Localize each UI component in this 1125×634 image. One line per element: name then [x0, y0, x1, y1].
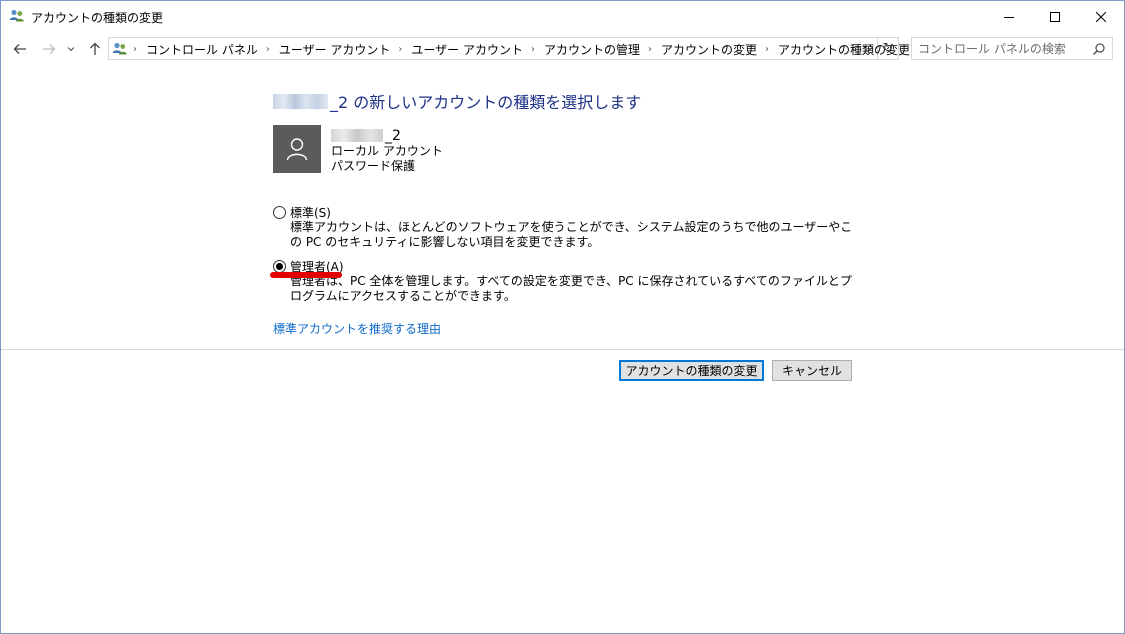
breadcrumb-item-user-accounts-2[interactable]: ユーザー アカウント: [411, 41, 523, 58]
annotation-underline: [270, 272, 342, 278]
breadcrumb-item-user-accounts[interactable]: ユーザー アカウント: [279, 41, 391, 58]
minimize-icon: [1004, 16, 1014, 18]
users-app-icon: [9, 8, 25, 24]
account-type-text: ローカル アカウント: [331, 144, 443, 158]
refresh-icon: ↻: [882, 41, 894, 56]
maximize-icon: [1050, 11, 1060, 22]
chevron-right-icon[interactable]: ›: [398, 44, 402, 55]
chevron-right-icon: ›: [133, 44, 137, 55]
radio-standard-label[interactable]: 標準(S): [290, 204, 331, 221]
avatar: [273, 125, 321, 173]
chevron-right-icon[interactable]: ›: [765, 44, 769, 55]
recent-locations-button[interactable]: [64, 39, 78, 59]
standard-description: 標準アカウントは、ほとんどのソフトウェアを使うことができ、システム設定のうちで他…: [290, 220, 853, 249]
change-account-type-button[interactable]: アカウントの種類の変更: [619, 360, 764, 381]
radio-administrator-row[interactable]: 管理者(A): [273, 259, 853, 274]
divider: [1, 349, 1124, 350]
user-name: _2: [331, 127, 443, 144]
radio-standard-row[interactable]: 標準(S): [273, 205, 853, 220]
page-heading: _2 の新しいアカウントの種類を選択します: [273, 89, 641, 113]
breadcrumb-item-control-panel[interactable]: コントロール パネル: [146, 41, 258, 58]
redacted-username: [331, 129, 383, 142]
users-location-icon: [112, 41, 128, 57]
forward-button[interactable]: [39, 39, 59, 59]
administrator-description: 管理者は、PC 全体を管理します。すべての設定を変更でき、PC に保存されている…: [290, 274, 852, 303]
chevron-down-icon: [67, 47, 75, 52]
page-heading-text: _2 の新しいアカウントの種類を選択します: [330, 93, 642, 112]
password-status-text: パスワード保護: [331, 159, 416, 173]
breadcrumb-item-manage-accounts[interactable]: アカウントの管理: [544, 41, 640, 58]
radio-standard[interactable]: [273, 206, 286, 219]
chevron-right-icon[interactable]: ›: [648, 44, 652, 55]
window-title: アカウントの種類の変更: [31, 11, 164, 25]
close-button[interactable]: [1078, 1, 1124, 32]
app-window: アカウントの種類の変更 › コントロール パネル › ユーザー アカウント › …: [0, 0, 1125, 634]
search-icon[interactable]: [1092, 42, 1106, 56]
close-icon: [1096, 11, 1106, 22]
address-history-button[interactable]: [861, 41, 875, 57]
chevron-right-icon[interactable]: ›: [531, 44, 535, 55]
why-standard-link[interactable]: 標準アカウントを推奨する理由: [273, 320, 441, 337]
minimize-button[interactable]: [986, 1, 1032, 32]
option-standard: 標準(S) 標準アカウントは、ほとんどのソフトウェアを使うことができ、システム設…: [273, 205, 853, 250]
address-bar[interactable]: › コントロール パネル › ユーザー アカウント › ユーザー アカウント ›…: [108, 37, 910, 60]
back-button[interactable]: [10, 39, 30, 59]
user-info: _2 ローカル アカウント パスワード保護: [331, 127, 443, 174]
option-administrator: 管理者(A) 管理者は、PC 全体を管理します。すべての設定を変更でき、PC に…: [273, 259, 853, 304]
redacted-username: [273, 93, 328, 109]
search-input[interactable]: [918, 41, 1088, 57]
breadcrumb-item-change-account[interactable]: アカウントの変更: [661, 41, 757, 58]
search-box[interactable]: [911, 37, 1113, 60]
chevron-right-icon[interactable]: ›: [266, 44, 270, 55]
arrow-right-icon: [43, 44, 56, 54]
maximize-button[interactable]: [1032, 1, 1078, 32]
user-name-text: _2: [385, 127, 401, 144]
navigation-bar: › コントロール パネル › ユーザー アカウント › ユーザー アカウント ›…: [1, 32, 1124, 66]
title-bar: アカウントの種類の変更: [1, 1, 1124, 32]
arrow-up-icon: [90, 42, 100, 55]
chevron-down-icon: [863, 46, 873, 52]
arrow-left-icon: [13, 44, 26, 54]
up-button[interactable]: [85, 39, 105, 59]
refresh-button[interactable]: ↻: [878, 37, 899, 60]
breadcrumb: › コントロール パネル › ユーザー アカウント › ユーザー アカウント ›…: [133, 41, 910, 58]
user-icon: [286, 138, 308, 161]
cancel-button[interactable]: キャンセル: [772, 360, 852, 381]
